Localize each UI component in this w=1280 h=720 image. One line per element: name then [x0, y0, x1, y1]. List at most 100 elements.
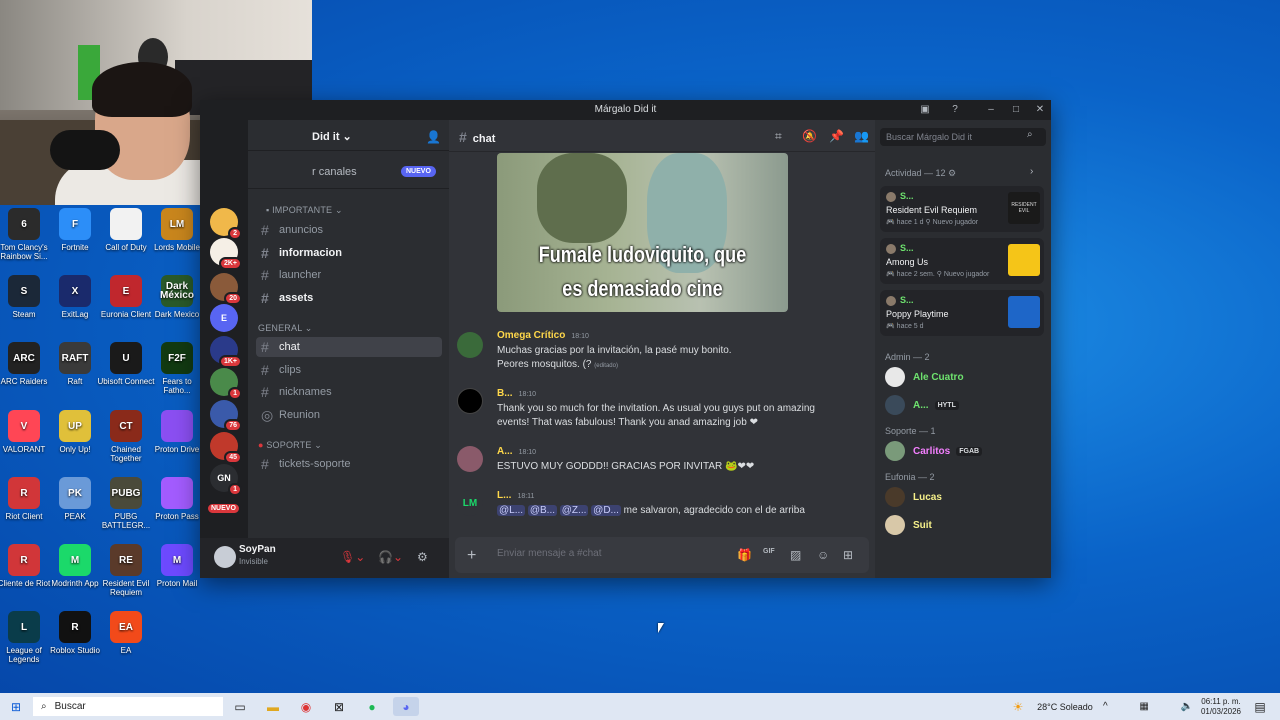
message-input[interactable]: Enviar mensaje a #chat	[497, 548, 602, 559]
desktop-icon[interactable]: F Fortnite	[46, 208, 104, 252]
server-icon[interactable]: 1	[210, 368, 242, 400]
notifications-muted-icon[interactable]: 🔕	[802, 129, 817, 143]
discord-taskbar-icon[interactable]: ◕	[393, 697, 419, 716]
member-item[interactable]: Ale Cuatro	[885, 366, 964, 388]
gif-embed[interactable]: Fumale ludoviquito, que es demasiado cin…	[497, 153, 788, 312]
search-icon[interactable]: ⌕	[1027, 129, 1033, 140]
desktop-icon[interactable]: X ExitLag	[46, 275, 104, 319]
desktop-icon[interactable]: Proton Drive	[148, 410, 206, 454]
taskbar-search[interactable]: ⌕ Buscar	[33, 697, 223, 716]
server-icon[interactable]: 1K+	[210, 336, 242, 368]
server-icon[interactable]: NUEVO	[206, 496, 241, 524]
desktop-icon[interactable]: F2F Fears to Fatho...	[148, 342, 206, 395]
file-explorer-icon[interactable]: ▬	[263, 697, 283, 716]
avatar[interactable]	[214, 546, 236, 568]
desktop-icon[interactable]: PUBG PUBG BATTLEGR...	[97, 477, 155, 530]
desktop-icon[interactable]: M Proton Mail	[148, 544, 206, 588]
message-author[interactable]: Omega Crítico 18:10	[497, 330, 589, 341]
desktop-icon[interactable]: UP Only Up!	[46, 410, 104, 454]
spotify-icon[interactable]: ●	[362, 697, 382, 716]
channel-anuncios[interactable]: # anuncios	[256, 220, 442, 240]
category-soporte[interactable]: ● SOPORTE ⌄	[258, 440, 322, 451]
mute-mic-icon[interactable]: 🎙⌄	[340, 550, 365, 564]
activity-card[interactable]: S... Resident Evil Requiem 🎮 hace 1 d ⚲ Nu…	[880, 186, 1044, 232]
user-mention[interactable]: @D...	[591, 505, 621, 516]
member-item[interactable]: Suit	[885, 514, 932, 536]
member-item[interactable]: Carlitos FGAB	[885, 440, 983, 462]
apps-icon[interactable]: ⊞	[843, 548, 853, 562]
gift-icon[interactable]: 🎁	[737, 548, 752, 562]
desktop-icon[interactable]: E Euronia Client	[97, 275, 155, 319]
settings-gear-icon[interactable]: ⚙	[417, 550, 428, 564]
sticker-icon[interactable]: ▨	[790, 548, 801, 562]
avatar[interactable]	[457, 388, 483, 414]
message-author[interactable]: L... 18:11	[497, 490, 534, 501]
activity-card[interactable]: S... Poppy Playtime 🎮 hace 5 d	[880, 290, 1044, 336]
channel-launcher[interactable]: # launcher	[256, 265, 442, 285]
desktop-icon[interactable]: Call of Duty	[97, 208, 155, 252]
inbox-icon[interactable]: ▣	[914, 100, 936, 120]
category-importante[interactable]: ▪ IMPORTANTE ⌄	[266, 205, 343, 216]
channel-tickets-soporte[interactable]: # tickets-soporte	[256, 454, 442, 474]
desktop-icon[interactable]: EA EA	[97, 611, 155, 655]
gif-icon[interactable]: GIF	[763, 548, 775, 555]
minimize-button[interactable]: –	[980, 100, 1002, 120]
user-mention[interactable]: @Z...	[559, 505, 589, 516]
channel-informacion[interactable]: # informacion	[256, 243, 442, 263]
user-mention[interactable]: @L...	[497, 505, 526, 516]
server-icon[interactable]: 20	[210, 273, 242, 305]
desktop-icon[interactable]: PK PEAK	[46, 477, 104, 521]
chevron-right-icon[interactable]: ›	[1030, 166, 1033, 177]
server-icon[interactable]: GN 1	[210, 464, 242, 496]
member-list-icon[interactable]: 👥	[854, 129, 869, 143]
close-button[interactable]: ✕	[1029, 100, 1051, 120]
channel-chat[interactable]: # chat	[256, 337, 442, 357]
xbox-icon[interactable]: ⊠	[329, 697, 349, 716]
notifications-icon[interactable]: ▤	[1252, 697, 1268, 716]
activity-card[interactable]: S... Among Us 🎮 hace 2 sem. ⚲ Nuevo jugado…	[880, 238, 1044, 284]
system-tray[interactable]: ^ ▦ 🔈	[1103, 697, 1193, 716]
search-input[interactable]: Buscar Márgalo Did it	[880, 128, 1046, 146]
member-item[interactable]: A... HYTL	[885, 394, 959, 416]
channel-assets[interactable]: # assets	[256, 288, 442, 308]
chevron-up-icon[interactable]: ^	[1103, 701, 1108, 712]
threads-icon[interactable]: ⌗	[775, 129, 782, 144]
channel-reunion[interactable]: ◎ Reunion	[256, 405, 442, 425]
avatar[interactable]	[457, 332, 483, 358]
server-icon[interactable]: 76	[210, 400, 242, 432]
message-author[interactable]: A... 18:10	[497, 446, 536, 457]
avatar[interactable]: LM	[457, 490, 483, 516]
server-icon[interactable]: 2K+	[210, 238, 242, 270]
task-view-icon[interactable]: ▭	[230, 697, 250, 716]
volume-icon[interactable]: 🔈	[1181, 701, 1193, 712]
add-user-icon[interactable]: 👤	[426, 130, 441, 144]
add-attachment-icon[interactable]: +	[467, 547, 476, 565]
chrome-icon[interactable]: ◉	[296, 697, 316, 716]
desktop-icon[interactable]: RE Resident Evil Requiem	[97, 544, 155, 597]
avatar[interactable]	[457, 446, 483, 472]
server-icon[interactable]: 45	[210, 432, 242, 464]
clock[interactable]: 06:11 p. m. 01/03/2026	[1196, 697, 1246, 716]
desktop-icon[interactable]: LM Lords Mobile	[148, 208, 206, 252]
desktop-icon[interactable]: R Roblox Studio	[46, 611, 104, 655]
start-button[interactable]: ⊞	[6, 697, 26, 716]
server-icon[interactable]: 2	[210, 208, 242, 240]
maximize-button[interactable]: □	[1005, 100, 1027, 120]
emoji-icon[interactable]: ☺	[817, 548, 829, 562]
desktop-icon[interactable]: CT Chained Together	[97, 410, 155, 463]
category-general[interactable]: GENERAL ⌄	[258, 323, 313, 334]
weather-text[interactable]: 28°C Soleado	[1030, 697, 1100, 716]
channel-clips[interactable]: # clips	[256, 360, 442, 380]
network-icon[interactable]: ▦	[1139, 701, 1148, 712]
server-icon[interactable]: E	[210, 304, 238, 332]
deafen-icon[interactable]: 🎧⌄	[378, 550, 403, 564]
desktop-icon[interactable]: M Modrinth App	[46, 544, 104, 588]
desktop-icon[interactable]: RAFT Raft	[46, 342, 104, 386]
help-icon[interactable]: ?	[944, 100, 966, 120]
desktop-icon[interactable]: U Ubisoft Connect	[97, 342, 155, 386]
member-item[interactable]: Lucas	[885, 486, 942, 508]
message-author[interactable]: B... 18:10	[497, 388, 536, 399]
desktop-icon[interactable]: Proton Pass	[148, 477, 206, 521]
desktop-icon[interactable]: Dark México Dark Mexico	[148, 275, 206, 319]
browse-channels[interactable]: r canales	[312, 166, 357, 178]
